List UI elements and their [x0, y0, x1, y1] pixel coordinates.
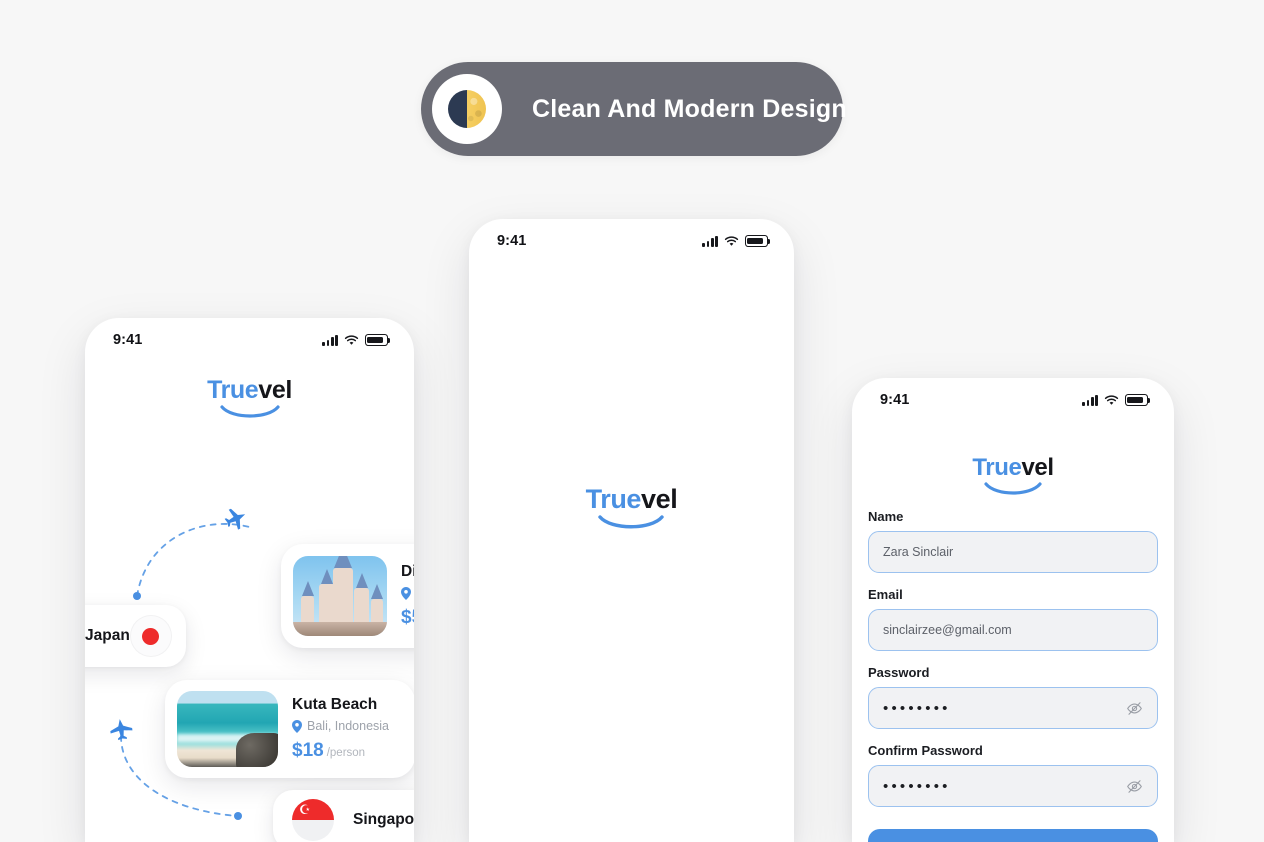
wifi-icon	[1104, 394, 1119, 405]
plane-icon-upper	[224, 508, 246, 530]
flag-singapore-icon	[292, 799, 334, 841]
status-bar: 9:41	[469, 219, 794, 263]
status-time: 9:41	[497, 233, 527, 249]
email-input[interactable]: sinclairzee@gmail.com	[868, 609, 1158, 651]
battery-icon	[365, 334, 391, 346]
trip-title: Disneyland To	[401, 563, 414, 580]
wifi-icon	[724, 235, 739, 246]
password-input[interactable]: ••••••••	[868, 687, 1158, 729]
wifi-icon	[344, 334, 359, 345]
trip-price: $18 /person	[292, 740, 389, 762]
disneyland-castle-photo	[293, 556, 387, 636]
logo-text-true: True	[585, 484, 642, 514]
app-logo: Truevel	[85, 378, 414, 418]
field-email: Email sinclairzee@gmail.com	[868, 587, 1158, 651]
battery-icon	[745, 235, 771, 247]
logo-text-vel: vel	[641, 484, 678, 514]
logo-text-true: True	[207, 376, 259, 404]
status-bar: 9:41	[852, 378, 1174, 422]
battery-icon	[1125, 394, 1151, 406]
status-time: 9:41	[113, 332, 143, 348]
plane-icon-lower	[110, 719, 133, 741]
trip-price-amount: $18	[292, 740, 324, 761]
trip-card-kuta-beach[interactable]: Kuta Beach Bali, Indonesia $18 /person	[165, 680, 414, 778]
logo-wordmark: Truevel	[972, 454, 1054, 481]
logo-text-true: True	[972, 454, 1022, 481]
trip-price: $50 /person	[401, 607, 414, 629]
field-confirm-password: Confirm Password ••••••••	[868, 743, 1158, 807]
field-label: Name	[868, 509, 904, 524]
phone-mockup-splash: 9:41 Truevel	[469, 219, 794, 842]
app-logo: Truevel	[586, 486, 678, 529]
logo-smile-icon	[984, 482, 1042, 495]
field-label: Password	[868, 665, 930, 680]
eye-slash-icon[interactable]	[1126, 700, 1143, 717]
field-label: Confirm Password	[868, 743, 983, 758]
country-pill-japan[interactable]: Japan	[85, 605, 186, 667]
headline-banner: Clean And Modern Design	[421, 62, 847, 156]
trip-card-disneyland[interactable]: Disneyland To Tokyo, Japan $50 /person	[281, 544, 414, 648]
signal-icon	[702, 235, 718, 247]
country-label: Japan	[85, 627, 130, 644]
status-icons	[1082, 394, 1151, 406]
logo-text-vel: vel	[1021, 454, 1054, 481]
status-time: 9:41	[880, 392, 910, 408]
canvas: Clean And Modern Design 9:41 Truevel Jap…	[0, 0, 1264, 842]
name-input-value: Zara Sinclair	[883, 545, 954, 559]
logo-wordmark: Truevel	[207, 378, 292, 403]
trip-price-amount: $50	[401, 607, 414, 628]
trip-location: Bali, Indonesia	[292, 719, 389, 733]
field-name: Name Zara Sinclair	[868, 509, 1158, 573]
eye-slash-icon[interactable]	[1126, 778, 1143, 795]
moon-icon	[448, 90, 486, 128]
field-label: Email	[868, 587, 903, 602]
location-pin-icon	[401, 586, 411, 600]
status-icons	[702, 235, 771, 247]
confirm-password-input-value: ••••••••	[883, 777, 951, 795]
logo-smile-icon	[598, 515, 665, 529]
kuta-beach-photo	[177, 691, 278, 767]
country-pill-singapore[interactable]: Singapore	[273, 790, 414, 842]
country-label: Singapore	[353, 811, 414, 828]
banner-label: Clean And Modern Design	[532, 94, 847, 123]
moon-badge	[432, 74, 502, 144]
field-password: Password ••••••••	[868, 665, 1158, 729]
status-icons	[322, 334, 391, 346]
trip-info: Kuta Beach Bali, Indonesia $18 /person	[292, 696, 389, 762]
status-bar: 9:41	[85, 318, 414, 362]
password-input-value: ••••••••	[883, 699, 951, 717]
signup-submit-button[interactable]: Sign Up	[868, 829, 1158, 842]
trip-location-label: Bali, Indonesia	[307, 719, 390, 733]
trip-location: Tokyo, Japan	[401, 586, 414, 600]
phone-mockup-signup: 9:41 Truevel Name Zara Sinclair Email si…	[852, 378, 1174, 842]
signal-icon	[1082, 394, 1098, 406]
onboarding-illustration: Japan Disneyland To	[85, 418, 414, 842]
phone-mockup-onboarding: 9:41 Truevel Japan D $ Kuta Beach Bali, …	[85, 318, 414, 842]
flag-japan-icon	[129, 615, 172, 657]
trip-info: Disneyland To Tokyo, Japan $50 /person	[401, 563, 414, 629]
signup-form: Name Zara Sinclair Email sinclairzee@gma…	[852, 509, 1174, 807]
location-pin-icon	[292, 719, 302, 733]
app-logo: Truevel	[852, 456, 1174, 495]
name-input[interactable]: Zara Sinclair	[868, 531, 1158, 573]
email-input-value: sinclairzee@gmail.com	[883, 623, 1012, 637]
signal-icon	[322, 334, 338, 346]
logo-smile-icon	[219, 405, 280, 418]
splash-content: Truevel	[469, 263, 794, 842]
logo-text-vel: vel	[258, 376, 292, 404]
trip-price-unit: /person	[326, 747, 366, 759]
confirm-password-input[interactable]: ••••••••	[868, 765, 1158, 807]
trip-title: Kuta Beach	[292, 696, 378, 713]
logo-wordmark: Truevel	[586, 486, 678, 513]
